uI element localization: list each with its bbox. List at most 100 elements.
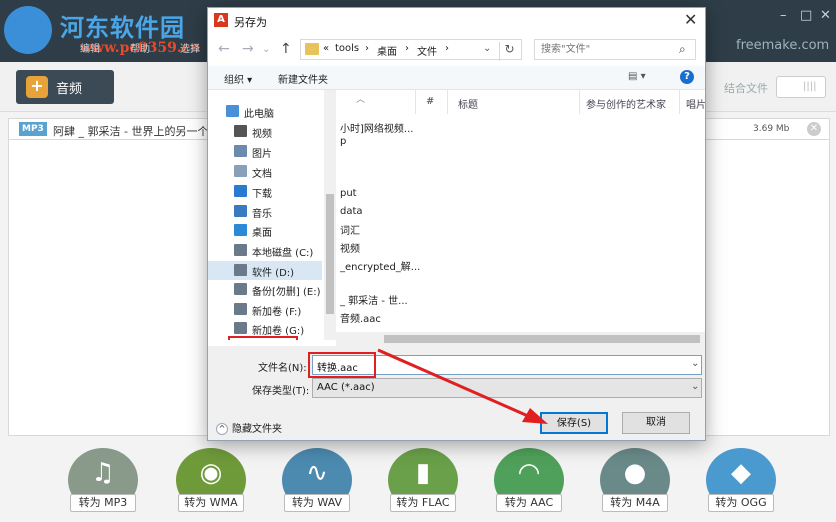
site-logo-icon: [4, 6, 52, 54]
filetype-dropdown-icon[interactable]: ⌄: [691, 381, 699, 392]
filetype-select[interactable]: AAC (*.aac) ⌄: [312, 378, 702, 398]
search-input[interactable]: [535, 40, 665, 59]
save-options-area: 文件名(N): 转换.aac ⌄ 保存类型(T): AAC (*.aac) ⌄ …: [208, 346, 705, 440]
address-part-files[interactable]: 文件: [417, 43, 437, 58]
format-glyph-icon: ▮: [415, 458, 431, 488]
cancel-button[interactable]: 取消: [622, 412, 690, 434]
dialog-title: 另存为: [234, 16, 267, 29]
remove-file-icon[interactable]: ✕: [807, 122, 821, 136]
convert-button-label: 转为 WMA: [178, 494, 244, 512]
column-number-header[interactable]: #: [416, 90, 448, 114]
nav-item-label: 文档: [252, 169, 272, 180]
recent-chevron-icon[interactable]: ⌄: [262, 44, 270, 55]
nav-item[interactable]: 桌面: [208, 221, 322, 240]
file-list-item[interactable]: data: [340, 206, 363, 217]
drive-icon: [234, 322, 247, 334]
hide-folders-label: 隐藏文件夹: [232, 424, 282, 435]
view-options-button[interactable]: ▤ ▾: [628, 71, 646, 82]
file-list-item[interactable]: put: [340, 188, 357, 199]
convert-button[interactable]: ◠ 转为 AAC: [494, 448, 564, 518]
column-artist-header[interactable]: 参与创作的艺术家: [580, 90, 680, 114]
organize-button[interactable]: 组织 ▾: [224, 71, 252, 86]
nav-scrollbar[interactable]: [324, 90, 336, 340]
file-list-item[interactable]: 视频: [340, 240, 360, 255]
address-sep: ›: [445, 43, 449, 54]
annotation-highlight-drive: [228, 336, 298, 340]
forward-arrow-icon[interactable]: →: [242, 41, 254, 57]
nav-item[interactable]: 本地磁盘 (C:): [208, 241, 322, 260]
drive-icon: [234, 264, 247, 276]
address-part-desktop[interactable]: 桌面: [377, 43, 397, 58]
nav-item-label: 视频: [252, 129, 272, 140]
convert-button[interactable]: ● 转为 M4A: [600, 448, 670, 518]
convert-button-label: 转为 FLAC: [390, 494, 456, 512]
convert-button[interactable]: ▮ 转为 FLAC: [388, 448, 458, 518]
navigation-pane: 此电脑视频图片文档下载音乐 桌面本地磁盘 (C:) 软件 (D:) 备份[勿删] (E…: [208, 90, 336, 340]
nav-item-label: 本地磁盘 (C:): [252, 248, 314, 259]
column-album-header[interactable]: 唱片: [680, 90, 705, 114]
nav-item[interactable]: 视频: [208, 122, 322, 141]
menu-select[interactable]: 选择: [180, 40, 200, 55]
address-dropdown-icon[interactable]: ⌄: [483, 43, 491, 54]
nav-item[interactable]: 软件 (D:): [208, 261, 322, 280]
convert-button[interactable]: ∿ 转为 WAV: [282, 448, 352, 518]
filename-dropdown-icon[interactable]: ⌄: [691, 358, 699, 369]
search-box[interactable]: ⌕: [534, 39, 696, 60]
back-arrow-icon[interactable]: ←: [218, 41, 230, 57]
nav-item[interactable]: 新加卷 (F:): [208, 300, 322, 319]
search-icon[interactable]: ⌕: [679, 42, 686, 57]
column-title-header[interactable]: 标题: [448, 90, 580, 114]
horizontal-scroll-thumb[interactable]: [384, 335, 700, 343]
refresh-icon[interactable]: ↻: [499, 42, 519, 61]
new-folder-button[interactable]: 新建文件夹: [278, 71, 328, 86]
nav-item[interactable]: 下载: [208, 182, 322, 201]
nav-item[interactable]: 此电脑: [208, 102, 322, 121]
hide-folders-toggle[interactable]: ^ 隐藏文件夹: [216, 420, 282, 435]
desktop-icon: [234, 224, 247, 236]
add-audio-button[interactable]: + 音频: [16, 70, 114, 104]
convert-button[interactable]: ◆ 转为 OGG: [706, 448, 776, 518]
nav-item-label: 软件 (D:): [252, 268, 295, 279]
file-list-item[interactable]: _ 郭采洁 - 世...: [340, 292, 408, 307]
up-arrow-icon[interactable]: ↑: [280, 41, 292, 57]
merge-toggle[interactable]: ||||: [776, 76, 826, 98]
column-name-header[interactable]: ︿: [336, 90, 416, 114]
convert-button[interactable]: ♫ 转为 MP3: [68, 448, 138, 518]
documents-icon: [234, 165, 247, 177]
maximize-icon[interactable]: □: [800, 8, 812, 23]
nav-item[interactable]: 文档: [208, 162, 322, 181]
menu-edit[interactable]: 编辑: [80, 40, 100, 55]
filename-label: 文件名(N):: [258, 363, 307, 374]
convert-button[interactable]: ◉ 转为 WMA: [176, 448, 246, 518]
chevron-up-icon: ^: [216, 423, 228, 435]
minimize-icon[interactable]: –: [780, 8, 787, 23]
file-list-item[interactable]: 小时]网络视频...: [340, 120, 413, 135]
format-glyph-icon: ♫: [91, 458, 115, 488]
nav-scroll-thumb[interactable]: [326, 194, 334, 314]
music-icon: [234, 205, 247, 217]
drive-icon: [234, 244, 247, 256]
nav-item-label: 下载: [252, 189, 272, 200]
horizontal-scrollbar[interactable]: [336, 332, 705, 346]
help-icon[interactable]: ?: [680, 70, 694, 84]
file-list-item[interactable]: 音频.aac: [340, 310, 381, 325]
download-icon: [234, 185, 247, 197]
close-icon[interactable]: ✕: [684, 10, 697, 29]
format-badge: MP3: [19, 122, 47, 136]
address-part-tools[interactable]: tools: [335, 43, 359, 54]
file-list-item[interactable]: 词汇: [340, 222, 360, 237]
file-list-item[interactable]: _encrypted_解...: [340, 258, 420, 273]
watermark-brand: 河东软件园: [60, 13, 185, 42]
format-glyph-icon: ◠: [517, 458, 541, 488]
menu-help[interactable]: 帮助: [130, 40, 150, 55]
nav-item[interactable]: 图片: [208, 142, 322, 161]
save-button[interactable]: 保存(S): [540, 412, 608, 434]
filetype-value: AAC (*.aac): [317, 382, 375, 393]
convert-button-label: 转为 AAC: [496, 494, 562, 512]
close-app-icon[interactable]: ✕: [820, 8, 831, 23]
address-bar[interactable]: « tools › 桌面 › 文件 › ⌄ ↻: [300, 39, 522, 61]
file-list-item[interactable]: p: [340, 136, 346, 147]
file-list-pane: ︿ # 标题 参与创作的艺术家 唱片 小时]网络视频... p put data 词汇视…: [336, 90, 705, 340]
nav-item[interactable]: 音乐: [208, 202, 322, 221]
nav-item[interactable]: 备份[勿删] (E:): [208, 280, 322, 299]
